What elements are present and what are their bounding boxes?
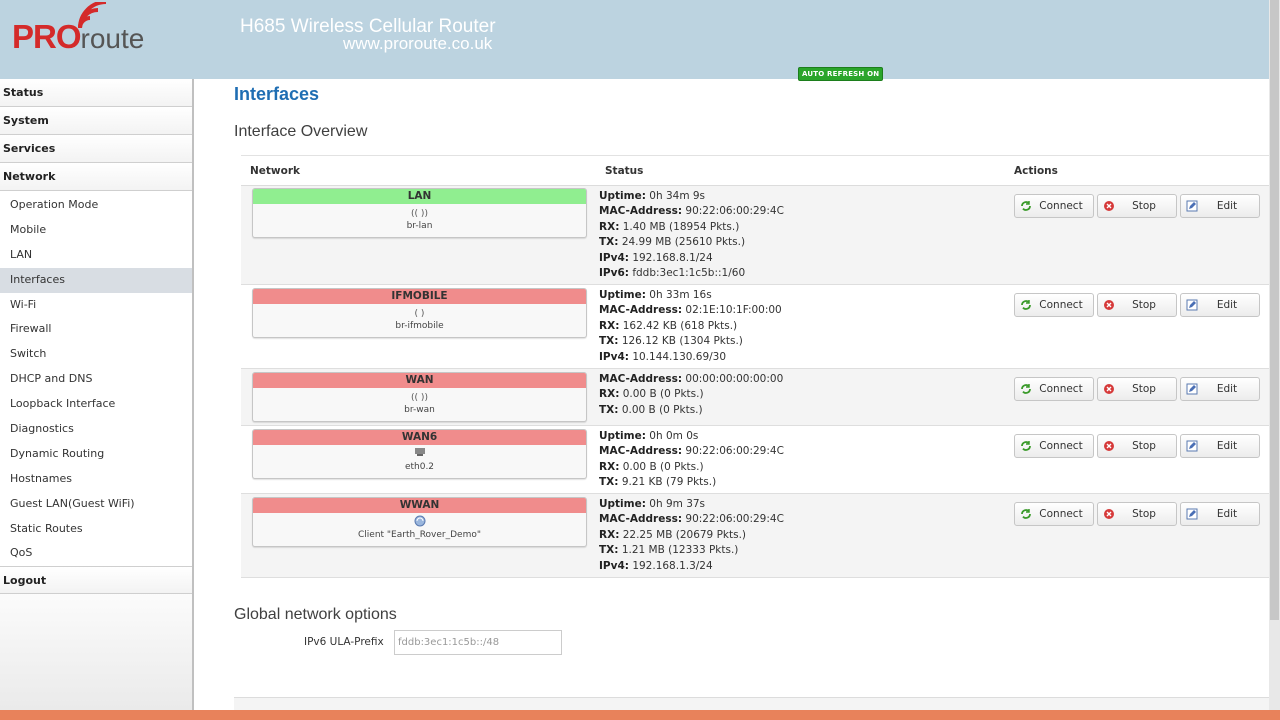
overview-title: Interface Overview (234, 123, 368, 140)
sidebar-item-mobile[interactable]: Mobile (0, 218, 192, 243)
router-url: www.proroute.co.uk (343, 34, 493, 53)
edit-button[interactable]: Edit (1180, 434, 1260, 458)
sidebar-item-dynamic-routing[interactable]: Dynamic Routing (0, 442, 192, 467)
network-name: LAN (253, 189, 586, 204)
network-box-ifmobile[interactable]: IFMOBILE ( ) br-ifmobile (252, 288, 587, 338)
status-info: MAC-Address: 00:00:00:00:00:00 RX: 0.00 … (599, 373, 784, 416)
scrollbar-thumb[interactable] (1270, 0, 1279, 620)
stop-button[interactable]: Stop (1097, 377, 1177, 401)
connect-button[interactable]: Connect (1014, 377, 1094, 401)
scrollbar[interactable] (1269, 0, 1280, 710)
col-actions: Actions (1014, 165, 1058, 177)
device-name: br-wan (404, 405, 435, 415)
form-footer (234, 697, 1269, 710)
status-info: Uptime: 0h 33m 16s MAC-Address: 02:1E:10… (599, 289, 782, 363)
network-name: IFMOBILE (253, 289, 586, 304)
table-row: WAN6 eth0.2 Uptime: 0h 0m 0s MAC-Address… (241, 426, 1269, 494)
network-box-lan[interactable]: LAN (( )) br-lan (252, 188, 587, 238)
stop-button[interactable]: Stop (1097, 194, 1177, 218)
proroute-logo[interactable]: PROroute (12, 2, 144, 56)
ethernet-icon (253, 445, 586, 462)
interface-icons: ( ) (414, 309, 425, 319)
network-box-wan[interactable]: WAN (( )) br-wan (252, 372, 587, 422)
sidebar-item-qos[interactable]: QoS (0, 541, 192, 566)
sidebar: Status System Services Network Operation… (0, 79, 194, 710)
main-content: Interfaces Interface Overview Network St… (234, 79, 1269, 710)
connect-button[interactable]: Connect (1014, 194, 1094, 218)
ula-prefix-label: IPv6 ULA-Prefix (304, 636, 384, 648)
edit-button[interactable]: Edit (1180, 377, 1260, 401)
table-row: LAN (( )) br-lan Uptime: 0h 34m 9s MAC-A… (241, 186, 1269, 285)
stop-button[interactable]: Stop (1097, 502, 1177, 526)
sidebar-item-guest-lan[interactable]: Guest LAN(Guest WiFi) (0, 492, 192, 517)
device-name: eth0.2 (404, 462, 435, 472)
table-row: WAN (( )) br-wan MAC-Address: 00:00:00:0… (241, 369, 1269, 426)
connect-button[interactable]: Connect (1014, 502, 1094, 526)
stop-button[interactable]: Stop (1097, 434, 1177, 458)
network-name: WAN6 (253, 430, 586, 445)
col-network: Network (250, 165, 301, 177)
logo-pro-text: PRO (12, 18, 82, 55)
sidebar-item-operation-mode[interactable]: Operation Mode (0, 193, 192, 218)
table-header: Network Status Actions (241, 156, 1269, 186)
device-name: Client "Earth_Rover_Demo" (358, 530, 481, 540)
ula-prefix-input[interactable] (394, 630, 562, 655)
connect-button[interactable]: Connect (1014, 434, 1094, 458)
signal-arcs-icon (78, 2, 107, 29)
col-status: Status (605, 165, 644, 177)
sidebar-item-services[interactable]: Services (0, 135, 192, 163)
status-info: Uptime: 0h 34m 9s MAC-Address: 90:22:06:… (599, 190, 784, 280)
device-name: br-lan (406, 221, 433, 231)
edit-button[interactable]: Edit (1180, 194, 1260, 218)
header-bar: PROroute H685 Wireless Cellular Router w… (0, 0, 1269, 81)
sidebar-item-static-routes[interactable]: Static Routes (0, 517, 192, 542)
sidebar-item-wifi[interactable]: Wi-Fi (0, 293, 192, 318)
table-row: IFMOBILE ( ) br-ifmobile Uptime: 0h 33m … (241, 285, 1269, 369)
interfaces-table: Network Status Actions LAN (( )) br-lan … (241, 155, 1269, 578)
network-box-wwan[interactable]: WWAN Client "Earth_Rover_Demo" (252, 497, 587, 547)
network-name: WWAN (253, 498, 586, 513)
status-info: Uptime: 0h 0m 0s MAC-Address: 90:22:06:0… (599, 430, 784, 489)
sidebar-item-loopback[interactable]: Loopback Interface (0, 392, 192, 417)
sidebar-item-firewall[interactable]: Firewall (0, 317, 192, 342)
wifi-icon (253, 513, 586, 530)
global-options-title: Global network options (234, 606, 397, 623)
network-name: WAN (253, 373, 586, 388)
stop-button[interactable]: Stop (1097, 293, 1177, 317)
sidebar-item-lan[interactable]: LAN (0, 243, 192, 268)
connect-button[interactable]: Connect (1014, 293, 1094, 317)
network-box-wan6[interactable]: WAN6 eth0.2 (252, 429, 587, 479)
footer-bar (0, 710, 1280, 720)
sidebar-item-hostnames[interactable]: Hostnames (0, 467, 192, 492)
sidebar-item-status[interactable]: Status (0, 79, 192, 107)
edit-button[interactable]: Edit (1180, 293, 1260, 317)
sidebar-item-network[interactable]: Network (0, 163, 192, 191)
interface-icons: (( )) (411, 209, 428, 219)
sidebar-item-dhcp-dns[interactable]: DHCP and DNS (0, 367, 192, 392)
sidebar-item-logout[interactable]: Logout (0, 566, 192, 595)
sidebar-item-interfaces[interactable]: Interfaces (0, 267, 192, 293)
sidebar-item-diagnostics[interactable]: Diagnostics (0, 417, 192, 442)
sidebar-item-system[interactable]: System (0, 107, 192, 135)
page-title: Interfaces (234, 84, 320, 104)
device-name: br-ifmobile (395, 321, 444, 331)
status-info: Uptime: 0h 9m 37s MAC-Address: 90:22:06:… (599, 498, 784, 572)
table-row: WWAN Client "Earth_Rover_Demo" Uptime: 0… (241, 494, 1269, 578)
edit-button[interactable]: Edit (1180, 502, 1260, 526)
interface-icons: (( )) (411, 393, 428, 403)
sidebar-item-switch[interactable]: Switch (0, 342, 192, 367)
